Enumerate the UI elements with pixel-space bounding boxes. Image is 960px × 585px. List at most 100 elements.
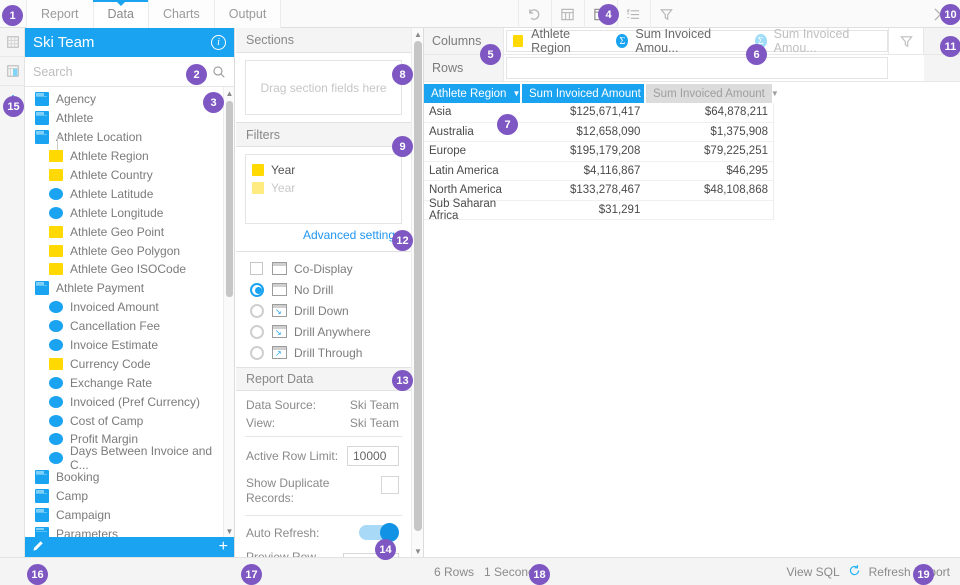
scroll-down-icon[interactable]: ▼: [224, 525, 234, 537]
co-display-row[interactable]: Co-Display: [236, 258, 411, 279]
tree-scroll-thumb[interactable]: [226, 101, 233, 297]
advanced-settings-link[interactable]: Advanced settings: [236, 224, 411, 248]
grid-wrapper: Athlete Region ▼ Sum Invoiced Amount ▼ S…: [424, 84, 774, 220]
chevron-down-icon[interactable]: ▼: [771, 89, 779, 98]
table-row[interactable]: Australia$12,658,090$1,375,908: [424, 123, 773, 143]
report-data-header[interactable]: Report Data ▲: [236, 367, 411, 391]
field-tree[interactable]: AgencyAthleteAthlete LocationAthlete Reg…: [25, 87, 234, 537]
drill-down-radio[interactable]: [250, 304, 264, 318]
field-panel-footer: +: [25, 537, 234, 557]
table-cell: Latin America: [424, 162, 522, 181]
info-icon[interactable]: i: [211, 35, 226, 50]
tree-item[interactable]: Athlete Payment: [25, 279, 234, 298]
tree-item[interactable]: Athlete Geo Point: [25, 222, 234, 241]
grid-header-sum-invoiced-2[interactable]: Sum Invoiced Amount ▼: [646, 84, 774, 103]
chevron-down-icon[interactable]: ▼: [512, 89, 520, 98]
drill-anywhere-row[interactable]: ↘ Drill Anywhere: [236, 321, 411, 342]
status-bar: 6 Rows 1 Seconds View SQL Refresh Report: [424, 557, 960, 585]
grid-body: Asia$125,671,417$64,878,211Australia$12,…: [424, 103, 773, 220]
column-pill-athlete-region[interactable]: Athlete Region: [507, 27, 610, 55]
search-icon[interactable]: [204, 57, 234, 87]
grid-header-sum-invoiced-1[interactable]: Sum Invoiced Amount ▼: [522, 84, 646, 103]
tab-report[interactable]: Report: [26, 0, 94, 28]
tree-item[interactable]: Invoiced Amount: [25, 298, 234, 317]
tree-item[interactable]: Athlete Country: [25, 166, 234, 185]
annotation-badge-8: 8: [392, 64, 413, 85]
pencil-icon[interactable]: [31, 539, 45, 556]
drill-down-row[interactable]: ↘ Drill Down: [236, 300, 411, 321]
tree-item[interactable]: Camp: [25, 487, 234, 506]
tree-item[interactable]: Currency Code: [25, 354, 234, 373]
table-row[interactable]: Latin America$4,116,867$46,295: [424, 162, 773, 182]
filter-item[interactable]: Year: [246, 179, 401, 197]
tree-item[interactable]: Athlete Region: [25, 147, 234, 166]
tree-item-label: Exchange Rate: [70, 376, 152, 390]
active-row-limit-input[interactable]: 10000: [347, 446, 399, 466]
rows-dropzone[interactable]: [506, 57, 888, 79]
measure-swatch-icon: [49, 207, 63, 219]
filters-list[interactable]: Year Year: [245, 154, 402, 224]
drill-anywhere-radio[interactable]: [250, 325, 264, 339]
filter-item-label: Year: [271, 181, 295, 195]
annotation-badge-16: 16: [27, 564, 48, 585]
tree-item[interactable]: Cancellation Fee: [25, 317, 234, 336]
scroll-up-icon-mid[interactable]: ▲: [412, 28, 424, 40]
annotation-badge-2: 2: [186, 64, 207, 85]
table-row[interactable]: Sub Saharan Africa$31,291: [424, 201, 773, 221]
scroll-down-icon-mid[interactable]: ▼: [412, 545, 424, 557]
table-row[interactable]: Asia$125,671,417$64,878,211: [424, 103, 773, 123]
tree-item[interactable]: Parameters: [25, 524, 234, 537]
no-drill-row[interactable]: No Drill: [236, 279, 411, 300]
rows-shelf: Rows: [424, 55, 960, 82]
tab-output[interactable]: Output: [214, 0, 282, 28]
tree-item[interactable]: Athlete Latitude: [25, 184, 234, 203]
tree-item[interactable]: Invoice Estimate: [25, 336, 234, 355]
report-settings-panel: Sections Drag section fields here Filter…: [236, 28, 424, 557]
columns-dropzone[interactable]: Athlete Region Σ Sum Invoiced Amou... Σ …: [506, 30, 888, 52]
add-field-button[interactable]: +: [219, 538, 228, 556]
search-input[interactable]: [25, 65, 204, 79]
tab-data[interactable]: Data: [93, 0, 149, 28]
tree-item[interactable]: Athlete Geo ISOCode: [25, 260, 234, 279]
tree-item[interactable]: Athlete: [25, 109, 234, 128]
column-view-icon[interactable]: [0, 57, 25, 86]
measure-swatch-icon: [49, 433, 63, 445]
table-row[interactable]: Europe$195,179,208$79,225,251: [424, 142, 773, 162]
grid-header-athlete-region[interactable]: Athlete Region ▼: [424, 84, 522, 103]
tree-item[interactable]: Cost of Camp: [25, 411, 234, 430]
dimension-swatch-icon: [49, 263, 63, 275]
tree-item[interactable]: Exchange Rate: [25, 373, 234, 392]
tree-item[interactable]: Campaign: [25, 506, 234, 525]
tab-charts[interactable]: Charts: [148, 0, 215, 28]
table-icon[interactable]: [551, 0, 584, 28]
column-pill-sum-invoiced-2[interactable]: Σ Sum Invoiced Amou...: [749, 27, 887, 55]
filter-item[interactable]: Year: [246, 161, 401, 179]
drill-through-row[interactable]: ↗ Drill Through: [236, 342, 411, 363]
canvas-filter-button[interactable]: [888, 28, 924, 54]
no-drill-radio[interactable]: [250, 283, 264, 297]
auto-refresh-toggle[interactable]: [359, 525, 399, 540]
dimension-swatch-icon: [49, 358, 63, 370]
refresh-icon[interactable]: [848, 564, 861, 580]
view-sql-link[interactable]: View SQL: [786, 565, 839, 579]
show-duplicate-checkbox[interactable]: [381, 476, 399, 494]
undo-icon[interactable]: [518, 0, 551, 28]
refresh-report-link[interactable]: Refresh Report: [869, 565, 950, 579]
settings-scrollbar[interactable]: ▲ ▼: [411, 28, 423, 557]
tree-item-label: Athlete Longitude: [70, 206, 163, 220]
settings-scroll-thumb[interactable]: [414, 41, 422, 531]
drill-through-radio[interactable]: [250, 346, 264, 360]
tree-item[interactable]: Athlete Geo Polygon: [25, 241, 234, 260]
scroll-up-icon[interactable]: ▲: [224, 87, 234, 99]
filter-icon[interactable]: [650, 0, 683, 28]
tree-item[interactable]: Athlete Longitude: [25, 203, 234, 222]
tree-item[interactable]: Days Between Invoice and C...: [25, 449, 234, 468]
co-display-checkbox[interactable]: [250, 262, 263, 275]
list-icon[interactable]: [617, 0, 650, 28]
tree-item[interactable]: Invoiced (Pref Currency): [25, 392, 234, 411]
tree-scrollbar[interactable]: ▲ ▼: [223, 87, 234, 537]
column-pill-sum-invoiced-1[interactable]: Σ Sum Invoiced Amou...: [610, 27, 748, 55]
info-icon-glyph: i: [217, 38, 220, 48]
sections-dropzone[interactable]: Drag section fields here: [245, 60, 402, 115]
grid-view-icon[interactable]: [0, 28, 25, 57]
